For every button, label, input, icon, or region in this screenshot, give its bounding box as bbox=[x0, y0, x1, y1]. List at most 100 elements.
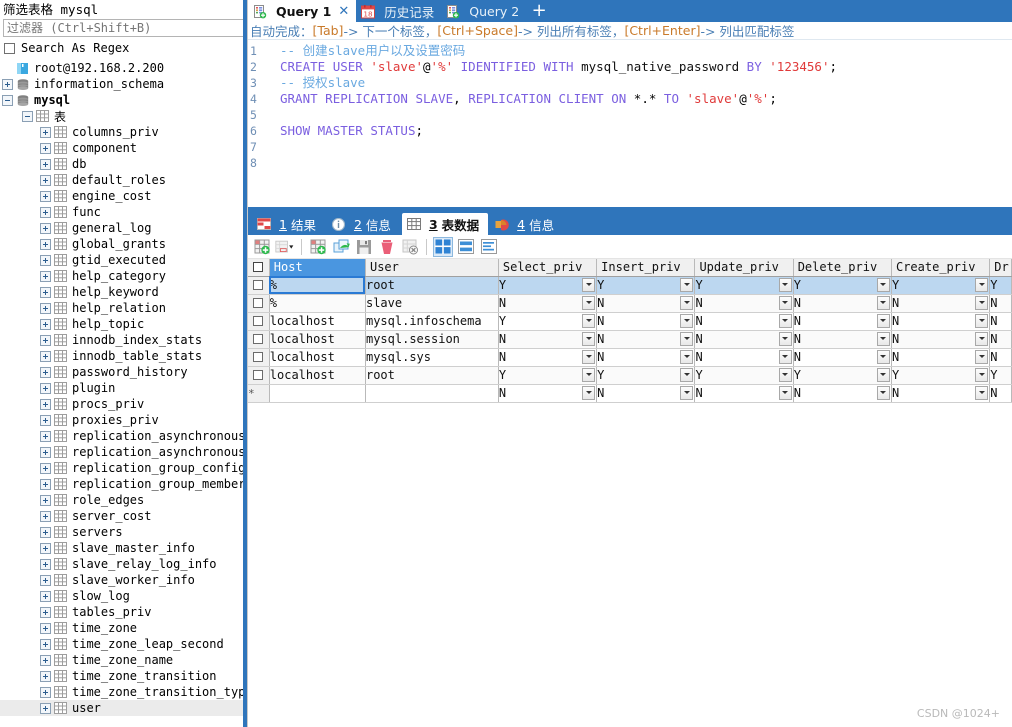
cell-dropdown-button[interactable] bbox=[778, 349, 792, 364]
expand-icon[interactable] bbox=[40, 542, 51, 554]
collapse-icon[interactable] bbox=[2, 94, 13, 106]
tree-node-table[interactable]: help_relation bbox=[0, 300, 247, 316]
grid-cell[interactable]: Y bbox=[694, 276, 794, 295]
tree-node-table[interactable]: replication_group_configurat bbox=[0, 460, 247, 476]
cell-dropdown-button[interactable] bbox=[582, 277, 596, 292]
expand-icon[interactable] bbox=[40, 686, 51, 698]
grid-cell[interactable]: N bbox=[694, 330, 794, 349]
grid-cell[interactable]: N bbox=[989, 294, 1012, 313]
insert-record-icon[interactable] bbox=[308, 237, 328, 257]
grid-cell[interactable]: N bbox=[596, 348, 696, 367]
tree-node-table[interactable]: db bbox=[0, 156, 247, 172]
grid-view-icon[interactable] bbox=[433, 236, 453, 257]
row-select-checkbox[interactable] bbox=[253, 298, 263, 308]
sql-editor[interactable]: 1 2 3 4 5 6 7 8 -- 创建slave用户以及设置密码 CREATE USER '… bbox=[248, 40, 1012, 207]
tree-node-database-mysql[interactable]: mysql bbox=[0, 92, 247, 108]
expand-icon[interactable] bbox=[40, 670, 51, 682]
expand-icon[interactable] bbox=[40, 398, 51, 410]
tree-node-table[interactable]: slave_relay_log_info bbox=[0, 556, 247, 572]
query-tab-2[interactable]: 18 历史记录 bbox=[356, 0, 441, 22]
grid-cell[interactable]: Y bbox=[793, 276, 892, 295]
grid-row[interactable]: % root Y Y Y Y Y Y bbox=[248, 276, 1012, 295]
delete-record-icon[interactable] bbox=[377, 237, 397, 257]
grid-cell[interactable]: mysql.sys bbox=[365, 348, 499, 367]
grid-cell[interactable]: N bbox=[989, 384, 1012, 403]
expand-icon[interactable] bbox=[40, 222, 51, 234]
data-grid-container[interactable]: Host User Select_priv Insert_priv Update_pri… bbox=[248, 259, 1012, 727]
grid-column-header[interactable]: Delete_priv bbox=[793, 259, 892, 277]
grid-row-header[interactable] bbox=[248, 330, 270, 349]
grid-row-header[interactable] bbox=[248, 348, 270, 367]
cell-dropdown-button[interactable] bbox=[975, 385, 989, 400]
expand-icon[interactable] bbox=[40, 238, 51, 250]
cell-dropdown-button[interactable] bbox=[876, 331, 890, 346]
select-all-checkbox[interactable] bbox=[253, 262, 263, 273]
grid-cell[interactable]: N bbox=[989, 312, 1012, 331]
grid-cell[interactable]: Y bbox=[498, 276, 598, 295]
grid-row-header[interactable] bbox=[248, 312, 270, 331]
grid-row[interactable]: localhost root Y Y Y Y Y Y bbox=[248, 366, 1012, 385]
tree-node-table[interactable]: user bbox=[0, 700, 247, 716]
form-view-icon[interactable] bbox=[456, 237, 476, 257]
expand-icon[interactable] bbox=[40, 142, 51, 154]
grid-cell[interactable]: N bbox=[793, 294, 892, 313]
cell-dropdown-button[interactable] bbox=[876, 349, 890, 364]
cell-dropdown-button[interactable] bbox=[582, 367, 596, 382]
expand-icon[interactable] bbox=[40, 254, 51, 266]
grid-row[interactable]: % slave N N N N N N bbox=[248, 294, 1012, 313]
grid-cell[interactable]: N bbox=[694, 384, 794, 403]
tree-node-table[interactable]: engine_cost bbox=[0, 188, 247, 204]
grid-cell[interactable]: N bbox=[793, 330, 892, 349]
grid-cell[interactable]: Y bbox=[694, 366, 794, 385]
tree-node-table[interactable]: default_roles bbox=[0, 172, 247, 188]
expand-icon[interactable] bbox=[40, 206, 51, 218]
text-view-icon[interactable] bbox=[479, 237, 499, 257]
filter-input[interactable] bbox=[3, 19, 244, 37]
row-select-checkbox[interactable] bbox=[253, 334, 263, 344]
cell-dropdown-button[interactable] bbox=[876, 295, 890, 310]
cell-dropdown-button[interactable] bbox=[680, 385, 694, 400]
grid-cell[interactable]: N bbox=[596, 330, 696, 349]
add-record-icon[interactable] bbox=[252, 237, 272, 257]
expand-icon[interactable] bbox=[40, 334, 51, 346]
expand-icon[interactable] bbox=[40, 574, 51, 586]
tree-node-table[interactable]: component bbox=[0, 140, 247, 156]
tree-node-table[interactable]: procs_priv bbox=[0, 396, 247, 412]
grid-cell[interactable]: N bbox=[694, 312, 794, 331]
tree-node-table[interactable]: replication_asynchronous_con bbox=[0, 444, 247, 460]
expand-icon[interactable] bbox=[40, 302, 51, 314]
cell-dropdown-button[interactable] bbox=[582, 313, 596, 328]
grid-cell[interactable]: N bbox=[596, 384, 696, 403]
grid-cell[interactable]: N bbox=[498, 294, 598, 313]
tree-node-table[interactable]: global_grants bbox=[0, 236, 247, 252]
grid-cell[interactable]: N bbox=[498, 384, 598, 403]
grid-cell[interactable] bbox=[269, 384, 366, 403]
tree-node-connection[interactable]: root@192.168.2.200 bbox=[0, 60, 247, 76]
grid-cell[interactable]: Y bbox=[793, 366, 892, 385]
tree-node-table[interactable]: help_keyword bbox=[0, 284, 247, 300]
grid-cell[interactable]: % bbox=[269, 276, 366, 295]
tree-node-table[interactable]: password_history bbox=[0, 364, 247, 380]
cell-dropdown-button[interactable] bbox=[975, 331, 989, 346]
cell-dropdown-button[interactable] bbox=[680, 313, 694, 328]
grid-cell[interactable]: N bbox=[596, 294, 696, 313]
expand-icon[interactable] bbox=[40, 526, 51, 538]
grid-row-header[interactable] bbox=[248, 366, 270, 385]
grid-cell[interactable]: Y bbox=[891, 276, 991, 295]
grid-cell[interactable]: Y bbox=[498, 312, 598, 331]
editor-code-area[interactable]: -- 创建slave用户以及设置密码 CREATE USER 'slave'@'%… bbox=[268, 40, 1012, 207]
row-select-checkbox[interactable] bbox=[253, 352, 263, 362]
grid-row[interactable]: * N N N N N N bbox=[248, 384, 1012, 403]
cell-dropdown-button[interactable] bbox=[975, 349, 989, 364]
grid-column-header[interactable]: User bbox=[365, 259, 499, 277]
grid-cell[interactable] bbox=[365, 384, 499, 403]
expand-icon[interactable] bbox=[40, 414, 51, 426]
new-query-tab-button[interactable]: + bbox=[526, 0, 552, 22]
cell-dropdown-button[interactable] bbox=[876, 385, 890, 400]
grid-column-header[interactable]: Insert_priv bbox=[596, 259, 696, 277]
copy-record-dropdown-icon[interactable] bbox=[275, 237, 295, 257]
cell-dropdown-button[interactable] bbox=[778, 295, 792, 310]
tree-node-table[interactable]: time_zone_transition bbox=[0, 668, 247, 684]
grid-column-header[interactable]: Select_priv bbox=[498, 259, 598, 277]
grid-cell[interactable]: Y bbox=[891, 366, 991, 385]
